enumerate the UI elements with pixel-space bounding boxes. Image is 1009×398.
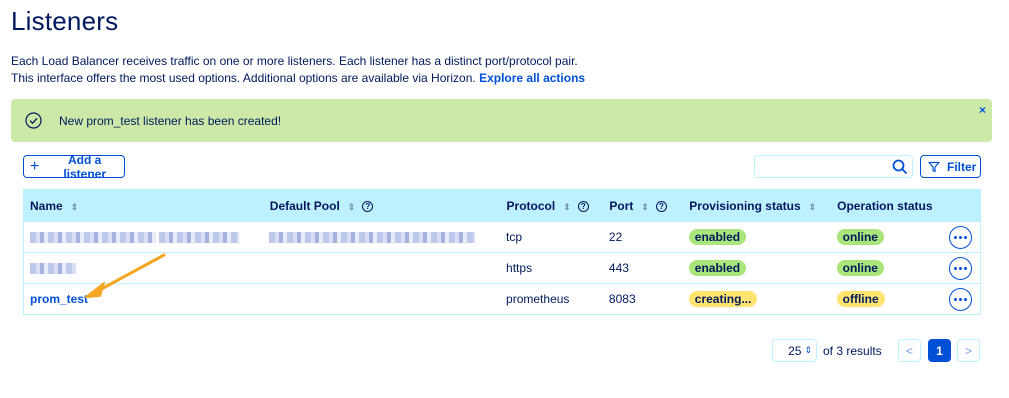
redacted-name xyxy=(159,232,240,244)
column-port[interactable]: Port ⇕? xyxy=(602,189,684,222)
add-listener-button[interactable]: + Add a listener xyxy=(23,152,125,181)
column-default-pool[interactable]: Default Pool ⇕? xyxy=(262,189,501,222)
current-page-button[interactable]: 1 xyxy=(928,339,951,362)
row-actions xyxy=(935,221,981,253)
next-page-button[interactable]: > xyxy=(957,339,980,362)
table-row: tcp 22 enabled online xyxy=(23,221,981,253)
close-icon[interactable]: × xyxy=(979,103,986,117)
filter-icon xyxy=(928,161,940,172)
column-actions xyxy=(935,189,981,222)
row-actions xyxy=(935,283,981,315)
row-port: 443 xyxy=(602,252,683,284)
description-line-2: This interface offers the most used opti… xyxy=(11,71,476,85)
annotation-arrow-icon xyxy=(85,253,166,298)
row-provisioning-status: creating... xyxy=(682,283,831,315)
sort-icon[interactable]: ⇕ xyxy=(641,202,649,212)
more-actions-button[interactable] xyxy=(949,256,973,280)
row-operation-status: offline xyxy=(830,283,936,315)
row-pool xyxy=(263,252,501,284)
more-actions-button[interactable] xyxy=(949,225,973,249)
status-badge: online xyxy=(836,260,884,276)
listener-name-link[interactable]: prom_test xyxy=(30,292,88,306)
redacted-name xyxy=(30,232,156,244)
column-provisioning-status[interactable]: Provisioning status ⇕ xyxy=(682,189,832,222)
check-circle-icon xyxy=(25,112,42,129)
table-header-row: Name ⇕ Default Pool ⇕? Protocol ⇕? Port ⇕? P… xyxy=(23,189,981,222)
sort-icon[interactable]: ⇕ xyxy=(809,202,817,212)
row-name[interactable] xyxy=(23,221,264,253)
column-protocol[interactable]: Protocol ⇕? xyxy=(499,189,604,222)
status-badge: enabled xyxy=(688,260,747,276)
row-operation-status: online xyxy=(830,252,936,284)
row-pool xyxy=(263,283,501,315)
results-count: of 3 results xyxy=(823,344,882,358)
search-input[interactable] xyxy=(759,158,887,175)
alert-message: New prom_test listener has been created! xyxy=(59,114,282,128)
row-protocol: prometheus xyxy=(500,283,603,315)
row-operation-status: online xyxy=(830,221,936,253)
column-operation-status: Operation status xyxy=(830,189,937,222)
sort-icon[interactable]: ⇕ xyxy=(348,202,356,212)
search-box xyxy=(754,155,913,178)
plus-icon: + xyxy=(30,157,40,175)
page-description: Each Load Balancer receives traffic on o… xyxy=(11,53,585,87)
chevron-updown-icon: ⇕ xyxy=(804,345,812,355)
more-actions-button[interactable] xyxy=(949,287,973,311)
description-line-1: Each Load Balancer receives traffic on o… xyxy=(11,54,578,68)
help-icon[interactable]: ? xyxy=(655,200,667,212)
filter-label: Filter xyxy=(947,159,977,174)
filter-button[interactable]: Filter xyxy=(920,155,981,178)
page-size-value: 25 xyxy=(788,343,802,358)
help-icon[interactable]: ? xyxy=(577,200,589,212)
row-port: 8083 xyxy=(602,283,683,315)
row-provisioning-status: enabled xyxy=(682,221,831,253)
redacted-name xyxy=(30,263,76,275)
redacted-pool xyxy=(269,232,476,244)
column-name[interactable]: Name ⇕ xyxy=(23,189,264,222)
sort-icon[interactable]: ⇕ xyxy=(563,202,571,212)
row-pool[interactable] xyxy=(263,221,501,253)
row-actions xyxy=(935,252,981,284)
status-badge: creating... xyxy=(688,291,758,307)
status-badge: online xyxy=(836,229,884,245)
row-protocol: https xyxy=(500,252,603,284)
status-badge: offline xyxy=(836,291,885,307)
row-provisioning-status: enabled xyxy=(682,252,831,284)
help-icon[interactable]: ? xyxy=(362,200,374,212)
add-listener-label: Add a listener xyxy=(63,152,107,181)
row-protocol: tcp xyxy=(500,221,603,253)
page-size-select[interactable]: 25 ⇕ xyxy=(772,339,817,362)
page-title: Listeners xyxy=(11,6,119,36)
status-badge: enabled xyxy=(688,229,747,245)
success-alert: New prom_test listener has been created!… xyxy=(11,99,992,142)
sort-icon[interactable]: ⇕ xyxy=(71,202,79,212)
previous-page-button[interactable]: < xyxy=(898,339,921,362)
search-icon[interactable] xyxy=(892,159,908,175)
explore-all-actions-link[interactable]: Explore all actions xyxy=(479,71,585,85)
row-port: 22 xyxy=(602,221,683,253)
